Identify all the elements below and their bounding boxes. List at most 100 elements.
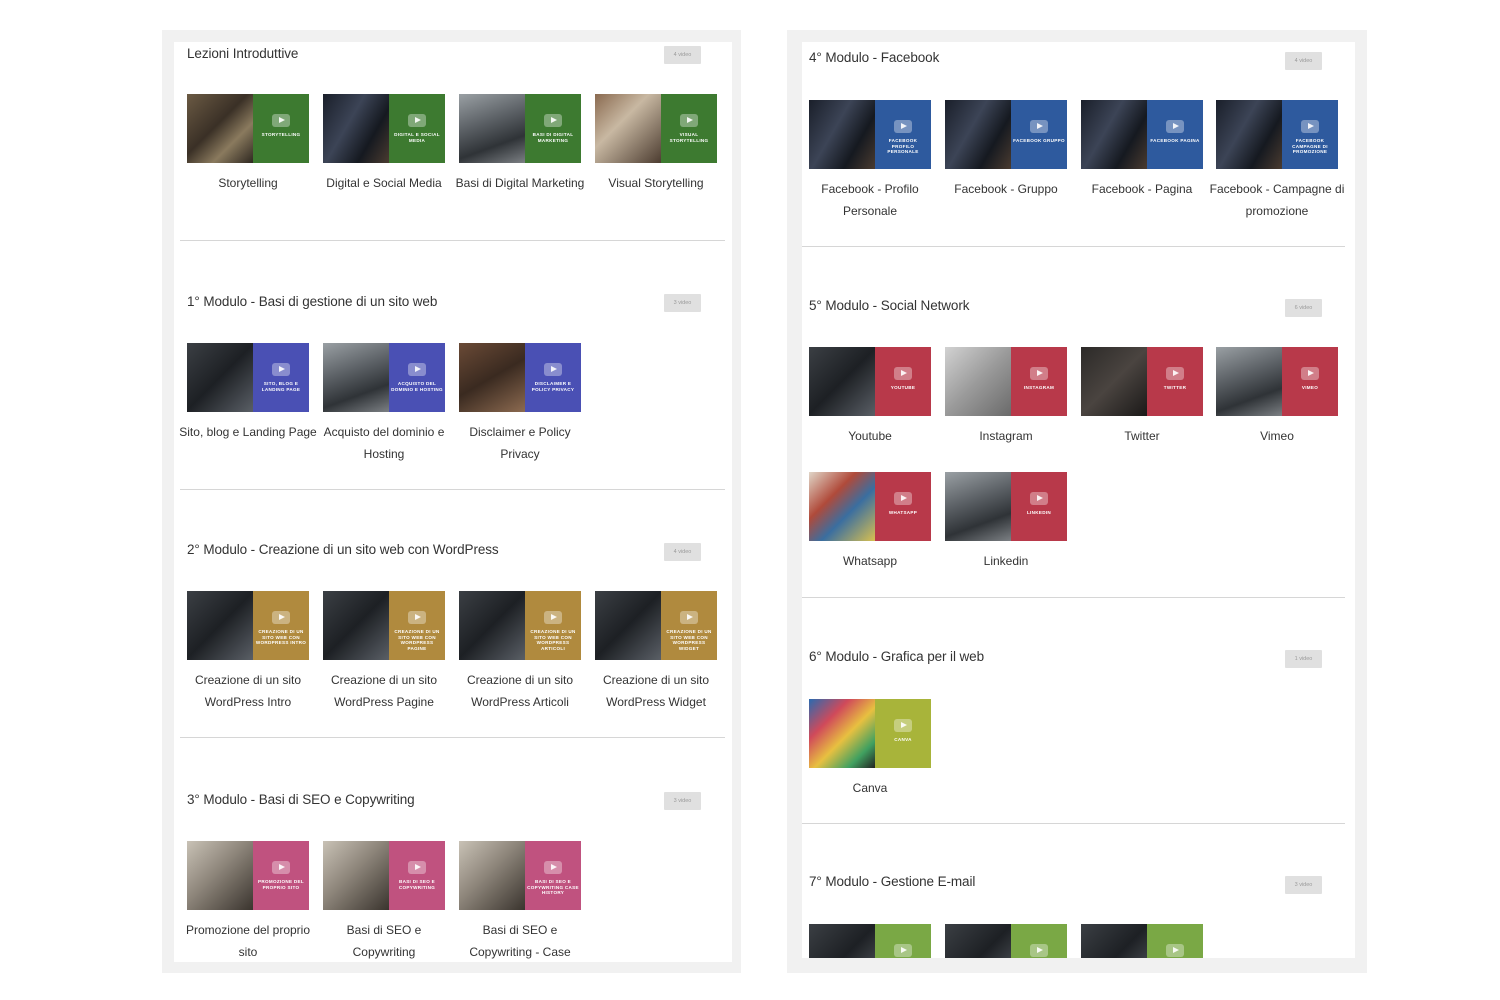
video-thumbnail[interactable]: BASI DI SEO E COPYWRITING CASE HISTORY <box>459 841 581 910</box>
thumbnail-photo <box>809 347 875 416</box>
play-icon[interactable] <box>1030 944 1048 957</box>
play-icon[interactable] <box>544 363 562 376</box>
video-title-link[interactable]: Disclaimer e Policy Privacy <box>451 422 589 465</box>
thumbnail-photo <box>323 841 389 910</box>
play-icon[interactable] <box>1301 120 1319 133</box>
video-thumbnail[interactable]: YOUTUBE <box>809 347 931 416</box>
video-title-link[interactable]: Creazione di un sito WordPress Articoli <box>451 670 589 713</box>
play-icon[interactable] <box>1030 120 1048 133</box>
play-icon[interactable] <box>408 861 426 874</box>
play-icon[interactable] <box>894 719 912 732</box>
video-title-link[interactable]: Instagram <box>937 426 1075 448</box>
video-title-link[interactable]: Digital e Social Media <box>315 173 453 195</box>
video-title-link[interactable]: Basi di SEO e Copywriting - Case <box>451 920 589 962</box>
play-icon[interactable] <box>1030 367 1048 380</box>
play-icon[interactable] <box>408 114 426 127</box>
video-title-link[interactable]: Facebook - Gruppo <box>937 179 1075 201</box>
play-icon[interactable] <box>272 611 290 624</box>
video-thumbnail[interactable]: TWITTER <box>1081 347 1203 416</box>
video-title-link[interactable]: Creazione di un sito WordPress Pagine <box>315 670 453 713</box>
video-title-link[interactable]: Facebook - Campagne di promozione <box>1208 179 1346 222</box>
video-title-link[interactable]: Youtube <box>802 426 939 448</box>
thumbnail-photo <box>187 343 253 412</box>
video-thumbnail[interactable]: SITO, BLOG E LANDING PAGE <box>187 343 309 412</box>
thumbnail-photo <box>1081 100 1147 169</box>
play-icon[interactable] <box>1301 367 1319 380</box>
thumbnail-caption: CREAZIONE DI UN SITO WEB CON WORDPRESS W… <box>666 629 712 651</box>
thumbnail-photo <box>459 94 525 163</box>
video-title-link[interactable]: Facebook - Pagina <box>1073 179 1211 201</box>
video-thumbnail[interactable]: CREAZIONE DI UN SITO WEB CON WORDPRESS W… <box>595 591 717 660</box>
video-thumbnail[interactable] <box>1081 924 1203 958</box>
video-title-link[interactable]: Basi di SEO e Copywriting <box>315 920 453 962</box>
video-title-link[interactable]: Creazione di un sito WordPress Widget <box>587 670 725 713</box>
play-icon[interactable] <box>1166 120 1184 133</box>
thumbnail-photo <box>187 94 253 163</box>
video-title-link[interactable]: Linkedin <box>937 551 1075 573</box>
video-thumbnail[interactable]: FACEBOOK PAGINA <box>1081 100 1203 169</box>
play-icon[interactable] <box>894 492 912 505</box>
video-title-link[interactable]: Canva <box>802 778 939 800</box>
video-thumbnail[interactable]: PROMOZIONE DEL PROPRIO SITO <box>187 841 309 910</box>
play-icon[interactable] <box>894 120 912 133</box>
video-thumbnail[interactable]: CREAZIONE DI UN SITO WEB CON WORDPRESS A… <box>459 591 581 660</box>
thumbnail-caption: STORYTELLING <box>261 132 301 137</box>
play-icon[interactable] <box>544 611 562 624</box>
thumbnail-color-overlay <box>525 343 581 412</box>
video-thumbnail[interactable]: VISUAL STORYTELLING <box>595 94 717 163</box>
play-icon[interactable] <box>408 363 426 376</box>
section-divider <box>802 823 1345 824</box>
video-title-link[interactable]: Promozione del proprio sito <box>179 920 317 962</box>
video-thumbnail[interactable]: DISCLAIMER E POLICY PRIVACY <box>459 343 581 412</box>
play-icon[interactable] <box>544 114 562 127</box>
video-thumbnail[interactable]: CREAZIONE DI UN SITO WEB CON WORDPRESS I… <box>187 591 309 660</box>
play-icon[interactable] <box>272 363 290 376</box>
video-title-link[interactable]: Storytelling <box>179 173 317 195</box>
section-title: 7° Modulo - Gestione E-mail <box>809 874 976 889</box>
play-icon[interactable] <box>544 861 562 874</box>
play-icon[interactable] <box>894 367 912 380</box>
video-title-link[interactable]: Visual Storytelling <box>587 173 725 195</box>
video-thumbnail[interactable] <box>945 924 1067 958</box>
video-title-link[interactable]: Basi di Digital Marketing <box>451 173 589 195</box>
video-thumbnail[interactable]: CREAZIONE DI UN SITO WEB CON WORDPRESS P… <box>323 591 445 660</box>
video-thumbnail[interactable]: LINKEDIN <box>945 472 1067 541</box>
thumbnail-caption: CREAZIONE DI UN SITO WEB CON WORDPRESS I… <box>255 629 307 645</box>
video-thumbnail[interactable] <box>809 924 931 958</box>
play-icon[interactable] <box>1030 492 1048 505</box>
thumbnail-caption: WHATSAPP <box>888 510 918 515</box>
play-icon[interactable] <box>680 114 698 127</box>
video-title-link[interactable]: Acquisto del dominio e Hosting <box>315 422 453 465</box>
play-icon[interactable] <box>894 944 912 957</box>
thumbnail-caption: DISCLAIMER E POLICY PRIVACY <box>531 381 575 392</box>
video-thumbnail[interactable]: ACQUISTO DEL DOMINIO E HOSTING <box>323 343 445 412</box>
video-thumbnail[interactable]: FACEBOOK CAMPAGNE DI PROMOZIONE <box>1216 100 1338 169</box>
play-icon[interactable] <box>272 114 290 127</box>
thumbnail-color-overlay <box>875 472 931 541</box>
video-title-link[interactable]: Facebook - Profilo Personale <box>802 179 939 222</box>
video-thumbnail[interactable]: FACEBOOK GRUPPO <box>945 100 1067 169</box>
video-thumbnail[interactable]: WHATSAPP <box>809 472 931 541</box>
video-title-link[interactable]: Creazione di un sito WordPress Intro <box>179 670 317 713</box>
video-count-badge: 3 video <box>664 294 701 312</box>
video-thumbnail[interactable]: STORYTELLING <box>187 94 309 163</box>
video-thumbnail[interactable]: BASI DI SEO E COPYWRITING <box>323 841 445 910</box>
video-thumbnail[interactable]: BASI DI DIGITAL MARKETING <box>459 94 581 163</box>
play-icon[interactable] <box>1166 367 1184 380</box>
video-title-link[interactable]: Whatsapp <box>802 551 939 573</box>
thumbnail-photo <box>595 94 661 163</box>
video-title-link[interactable]: Vimeo <box>1208 426 1346 448</box>
play-icon[interactable] <box>408 611 426 624</box>
play-icon[interactable] <box>272 861 290 874</box>
video-thumbnail[interactable]: DIGITAL E SOCIAL MEDIA <box>323 94 445 163</box>
video-thumbnail[interactable]: CANVA <box>809 699 931 768</box>
video-thumbnail[interactable]: VIMEO <box>1216 347 1338 416</box>
play-icon[interactable] <box>1166 944 1184 957</box>
thumbnail-photo <box>459 591 525 660</box>
video-title-link[interactable]: Twitter <box>1073 426 1211 448</box>
video-title-link[interactable]: Sito, blog e Landing Page <box>179 422 317 444</box>
video-thumbnail[interactable]: INSTAGRAM <box>945 347 1067 416</box>
thumbnail-caption: YOUTUBE <box>890 385 916 390</box>
play-icon[interactable] <box>680 611 698 624</box>
video-thumbnail[interactable]: FACEBOOK PROFILO PERSONALE <box>809 100 931 169</box>
